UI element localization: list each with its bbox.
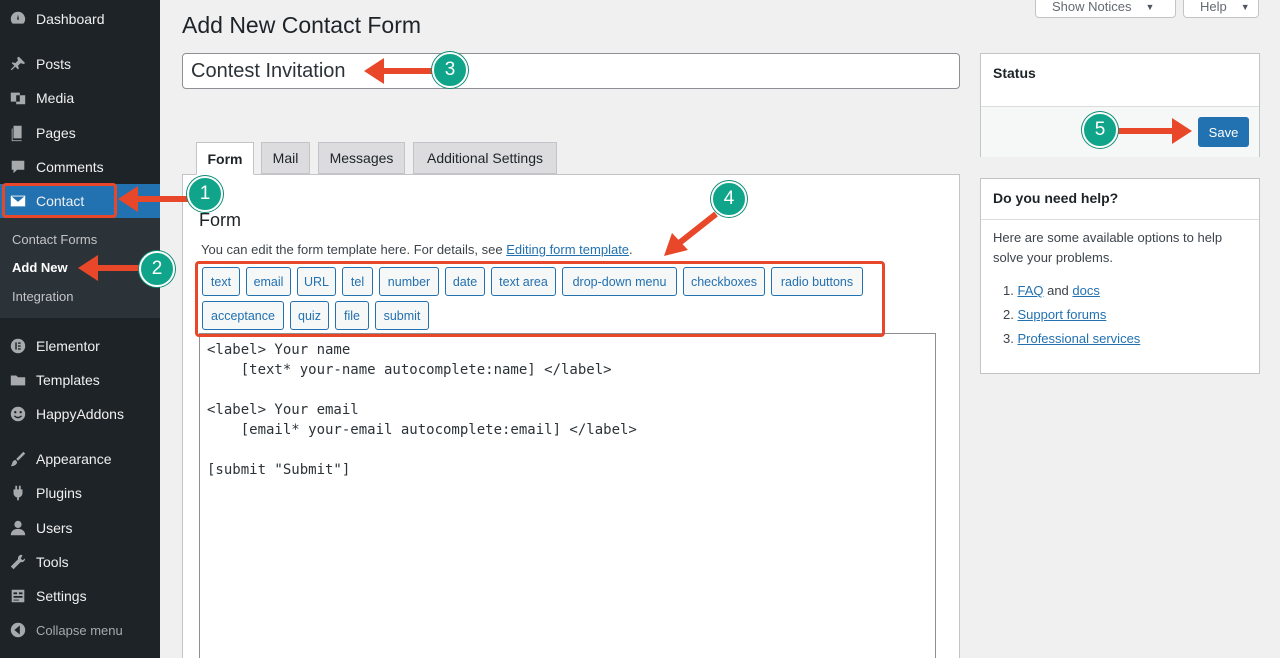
submenu-item-add-new[interactable]: Add New: [12, 260, 68, 275]
sidebar-item-label: Settings: [36, 588, 87, 604]
help-label: Help: [1200, 0, 1227, 14]
sidebar-item-label: Posts: [36, 56, 72, 72]
save-button[interactable]: Save: [1198, 117, 1249, 147]
sidebar-item-happyaddons[interactable]: HappyAddons: [0, 397, 160, 431]
description-text: You can edit the form template here. For…: [201, 242, 507, 257]
sidebar-item-label: Media: [36, 90, 75, 106]
sidebar-item-dashboard[interactable]: Dashboard: [0, 2, 160, 36]
docs-link[interactable]: docs: [1072, 283, 1099, 298]
caret-down-icon: ▼: [1240, 1, 1250, 12]
help-item-and: and: [1043, 283, 1073, 298]
sidebar-item-tools[interactable]: Tools: [0, 545, 160, 579]
help-item-support: 2. Support forums: [1003, 307, 1106, 322]
description-end: .: [629, 242, 633, 257]
brush-icon: [8, 449, 28, 469]
tab-form[interactable]: Form: [196, 142, 254, 175]
caret-down-icon: ▼: [1145, 1, 1155, 12]
faq-link[interactable]: FAQ: [1017, 283, 1043, 298]
form-panel-heading: Form: [199, 210, 241, 230]
help-item-number: 3.: [1003, 331, 1014, 346]
sidebar-item-media[interactable]: Media: [0, 81, 160, 115]
help-item-number: 2.: [1003, 307, 1014, 322]
sidebar-item-label: HappyAddons: [36, 406, 124, 422]
sidebar-item-label: Tools: [36, 554, 69, 570]
sidebar-item-label: Elementor: [36, 338, 100, 354]
show-notices-button[interactable]: Show Notices ▼: [1035, 0, 1176, 18]
sidebar-item-users[interactable]: Users: [0, 511, 160, 545]
sidebar-item-pages[interactable]: Pages: [0, 116, 160, 150]
annotation-highlight-contact: [2, 183, 117, 218]
annotation-badge-2: 2: [139, 251, 175, 287]
annotation-badge-1: 1: [187, 176, 223, 212]
collapse-menu-label: Collapse menu: [36, 622, 123, 638]
help-box-divider: [981, 219, 1259, 220]
wrench-icon: [8, 552, 28, 572]
professional-services-link[interactable]: Professional services: [1017, 331, 1140, 346]
form-title-input[interactable]: Contest Invitation: [182, 53, 960, 89]
form-template-editor[interactable]: <label> Your name [text* your-name autoc…: [199, 333, 936, 658]
page-title: Add New Contact Form: [182, 12, 422, 38]
annotation-highlight-tags: [195, 261, 885, 337]
sidebar-item-templates[interactable]: Templates: [0, 363, 160, 397]
help-button[interactable]: Help ▼: [1183, 0, 1259, 18]
sidebar-item-label: Comments: [36, 159, 104, 175]
collapse-icon: [8, 620, 28, 640]
admin-sidebar: Dashboard Posts Media Pages Comments Con…: [0, 0, 160, 658]
tab-mail[interactable]: Mail: [261, 142, 310, 174]
annotation-badge-3: 3: [432, 52, 468, 88]
elementor-icon: [8, 336, 28, 356]
happyaddons-icon: [8, 404, 28, 424]
help-item-number: 1.: [1003, 283, 1014, 298]
sidebar-item-label: Users: [36, 520, 73, 536]
media-icon: [8, 88, 28, 108]
contact-submenu: Contact Forms Add New Integration: [0, 218, 160, 318]
form-title-value: Contest Invitation: [191, 59, 346, 82]
folder-icon: [8, 370, 28, 390]
help-item-faq: 1. FAQ and docs: [1003, 283, 1100, 298]
sidebar-item-label: Templates: [36, 372, 100, 388]
tab-messages[interactable]: Messages: [318, 142, 405, 174]
sidebar-item-elementor[interactable]: Elementor: [0, 329, 160, 363]
pin-icon: [8, 54, 28, 74]
sidebar-item-plugins[interactable]: Plugins: [0, 476, 160, 510]
status-box-title: Status: [993, 65, 1036, 81]
user-icon: [8, 518, 28, 538]
help-box-text: Here are some available options to help …: [993, 230, 1223, 265]
sidebar-item-posts[interactable]: Posts: [0, 47, 160, 81]
submenu-item-contact-forms[interactable]: Contact Forms: [12, 232, 97, 247]
sidebar-item-label: Plugins: [36, 485, 82, 501]
submenu-item-integration[interactable]: Integration: [12, 289, 73, 304]
pages-icon: [8, 123, 28, 143]
show-notices-label: Show Notices: [1052, 0, 1132, 14]
sidebar-item-appearance[interactable]: Appearance: [0, 442, 160, 476]
comments-icon: [8, 157, 28, 177]
settings-icon: [8, 586, 28, 606]
sidebar-item-comments[interactable]: Comments: [0, 150, 160, 184]
sidebar-item-settings[interactable]: Settings: [0, 579, 160, 613]
tab-additional-settings[interactable]: Additional Settings: [413, 142, 557, 174]
sidebar-item-label: Appearance: [36, 451, 112, 467]
support-forums-link[interactable]: Support forums: [1017, 307, 1106, 322]
annotation-badge-4: 4: [711, 181, 747, 217]
editing-form-template-link[interactable]: Editing form template: [506, 242, 629, 257]
collapse-menu-button[interactable]: Collapse menu: [0, 613, 160, 647]
sidebar-item-label: Pages: [36, 125, 76, 141]
help-item-professional: 3. Professional services: [1003, 331, 1140, 346]
dashboard-icon: [8, 9, 28, 29]
annotation-badge-5: 5: [1082, 112, 1118, 148]
form-panel-description: You can edit the form template here. For…: [201, 242, 633, 257]
sidebar-item-label: Dashboard: [36, 11, 105, 27]
plug-icon: [8, 483, 28, 503]
help-box-title: Do you need help?: [993, 190, 1119, 206]
